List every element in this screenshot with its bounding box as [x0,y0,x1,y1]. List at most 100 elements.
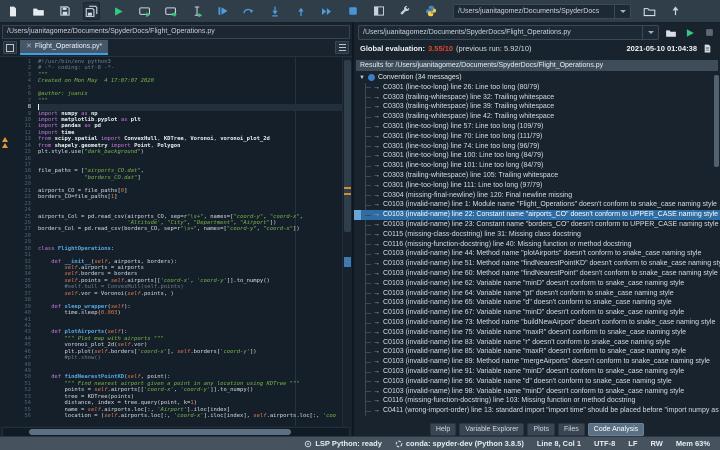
arrow-icon: → [373,103,380,111]
parent-dir-button[interactable] [668,3,683,19]
issue-text: C0103 (invalid-name) line 85: Variable n… [383,348,687,356]
issue-row[interactable]: → C0103 (invalid-name) line 44: Method na… [354,249,720,259]
issue-row[interactable]: → C0103 (invalid-name) line 51: Method na… [354,259,720,269]
vscroll-thumb[interactable] [344,60,351,232]
issue-row[interactable]: → C0103 (invalid-name) line 91: Variable … [354,367,720,377]
issue-row[interactable]: → C0303 (trailing-whitespace) line 39: Tr… [354,102,720,112]
panel-tab-files[interactable]: Files [558,423,585,436]
issue-row[interactable]: → C0301 (line-too-long) line 26: Line too… [354,83,720,93]
issue-row[interactable]: → C0301 (line-too-long) line 100: Line to… [354,151,720,161]
convention-group-header[interactable]: ▼ Convention (34 messages) [354,73,720,83]
hscroll-thumb[interactable] [29,429,291,435]
issue-row[interactable]: → C0411 (wrong-import-order) line 13: sta… [354,406,720,416]
conda-icon [395,440,403,447]
debug-file-button[interactable] [215,3,230,19]
code-analysis-pane: /Users/juanitagomez/Documents/SpyderDocs… [354,23,720,437]
chevron-expanded-icon[interactable]: ▼ [359,75,365,81]
issue-text: C0115 (missing-class-docstring) line 31:… [383,230,581,238]
panel-tab-variable-explorer[interactable]: Variable Explorer [459,423,525,436]
issue-row[interactable]: → C0103 (invalid-name) line 96: Variable … [354,377,720,387]
issue-row[interactable]: → C0116 (missing-function-docstring) line… [354,396,720,406]
evaluation-score: 3.55/10 [428,44,454,53]
new-file-button[interactable] [5,3,20,19]
analysis-stop-button[interactable] [702,26,716,40]
issue-row[interactable]: → C0103 (invalid-name) line 62: Variable … [354,279,720,289]
debug-file-icon [218,7,227,15]
memory-status: Mem 63% [675,439,710,448]
analysis-browse-button[interactable] [664,26,678,40]
issue-row[interactable]: → C0103 (invalid-name) line 73: Method na… [354,318,720,328]
step-into-button[interactable] [267,3,282,19]
issue-row[interactable]: → C0301 (line-too-long) line 74: Line too… [354,142,720,152]
tab-options-button[interactable] [335,41,349,54]
line-number[interactable]: 56 [10,413,31,419]
analysis-run-button[interactable] [683,26,697,40]
issue-row[interactable]: → C0103 (invalid-name) line 60: Method na… [354,269,720,279]
arrow-icon: → [373,201,380,209]
issue-row[interactable]: → C0301 (line-too-long) line 70: Line too… [354,132,720,142]
conda-env-status[interactable]: conda: spyder-dev (Python 3.8.5) [395,439,524,448]
issue-text: C0103 (invalid-name) line 73: Method nam… [383,318,716,326]
run-selection-button[interactable] [189,3,204,19]
save-button[interactable] [57,3,72,19]
browse-tabs-button[interactable] [3,41,17,54]
issue-row[interactable]: → C0116 (missing-function-docstring) line… [354,240,720,250]
chevron-down-icon [620,9,626,13]
working-directory-combo[interactable]: /Users/juanitagomez/Documents/SpyderDocs [453,3,631,19]
issue-row[interactable]: → C0303 (trailing-whitespace) line 42: Tr… [354,112,720,122]
issue-row[interactable]: → C0103 (invalid-name) line 98: Variable … [354,387,720,397]
issue-row[interactable]: → C0103 (invalid-name) line 89: Method na… [354,357,720,367]
code-line[interactable]: location = (self.airports.loc[:, 'coord-… [38,413,342,419]
working-directory-value: /Users/juanitagomez/Documents/SpyderDocs [458,7,600,15]
issue-row[interactable]: → C0103 (invalid-name) line 65: Variable … [354,298,720,308]
browse-working-dir-button[interactable] [642,3,657,19]
editor-vscrollbar[interactable] [342,57,352,426]
python-env-button[interactable] [423,3,438,19]
issue-row[interactable]: → C0103 (invalid-name) line 1: Module nam… [354,200,720,210]
maximize-pane-button[interactable] [371,3,386,19]
issue-row[interactable]: → C0103 (invalid-name) line 23: Constant … [354,220,720,230]
issue-text: C0103 (invalid-name) line 64: Variable n… [383,289,674,297]
save-all-button[interactable] [83,2,100,20]
panel-tab-plots[interactable]: Plots [527,423,555,436]
step-return-button[interactable] [293,3,308,19]
issue-row[interactable]: → C0301 (line-too-long) line 57: Line too… [354,122,720,132]
run-cell-button[interactable] [137,3,152,19]
continue-execution-button[interactable] [319,3,334,19]
issue-text: C0301 (line-too-long) line 101: Line too… [383,162,544,170]
issue-row[interactable]: → C0115 (missing-class-docstring) line 31… [354,230,720,240]
panel-tab-help[interactable]: Help [429,423,457,436]
stop-button[interactable] [345,3,360,19]
combo-dropdown[interactable] [614,4,626,18]
panel-tab-code-analysis[interactable]: Code Analysis [587,423,645,436]
run-cell-advance-button[interactable] [163,3,178,19]
output-doc-button[interactable] [700,42,714,56]
results-scroll-thumb[interactable] [714,75,719,167]
open-file-button[interactable] [31,3,46,19]
issue-row[interactable]: → C0103 (invalid-name) line 75: Variable … [354,328,720,338]
issue-row[interactable]: → C0103 (invalid-name) line 64: Variable … [354,289,720,299]
analysis-file-combo[interactable]: /Users/juanitagomez/Documents/SpyderDocs… [358,25,659,40]
editor-tab-active[interactable]: ✕ Flight_Operations.py* [20,40,109,55]
issue-row[interactable]: → C0303 (trailing-whitespace) line 105: T… [354,171,720,181]
run-file-button[interactable] [111,3,126,19]
preferences-button[interactable] [397,3,412,19]
issue-row[interactable]: → C0103 (invalid-name) line 85: Variable … [354,347,720,357]
editor-code[interactable]: #!/usr/bin/env python3 # -*- coding: utf-… [34,57,342,426]
issue-row[interactable]: → C0103 (invalid-name) line 22: Constant … [354,210,720,220]
code-editor[interactable]: 1 2 3 4 5 6 7 8 9 10 11 12 13 14 15 16 17 18 19 20 21 22 23 24 2… [0,57,352,426]
lsp-status[interactable]: LSP Python: ready [304,439,382,448]
issue-row[interactable]: → C0303 (trailing-whitespace) line 32: Tr… [354,93,720,103]
arrow-icon: → [373,367,380,375]
issue-row[interactable]: → C0103 (invalid-name) line 83: Variable … [354,338,720,348]
issue-text: C0103 (invalid-name) line 83: Variable n… [383,338,671,346]
close-tab-icon[interactable]: ✕ [26,43,32,50]
issue-row[interactable]: → C0301 (line-too-long) line 101: Line to… [354,161,720,171]
step-over-button[interactable] [241,3,256,19]
combo-dropdown[interactable] [642,26,654,39]
issue-row[interactable]: → C0304 (missing-final-newline) line 120:… [354,191,720,201]
issue-row[interactable]: → C0301 (line-too-long) line 111: Line to… [354,181,720,191]
issue-row[interactable]: → C0103 (invalid-name) line 67: Variable … [354,308,720,318]
results-scrollbar[interactable] [714,73,719,422]
stop-square-icon [705,29,713,36]
